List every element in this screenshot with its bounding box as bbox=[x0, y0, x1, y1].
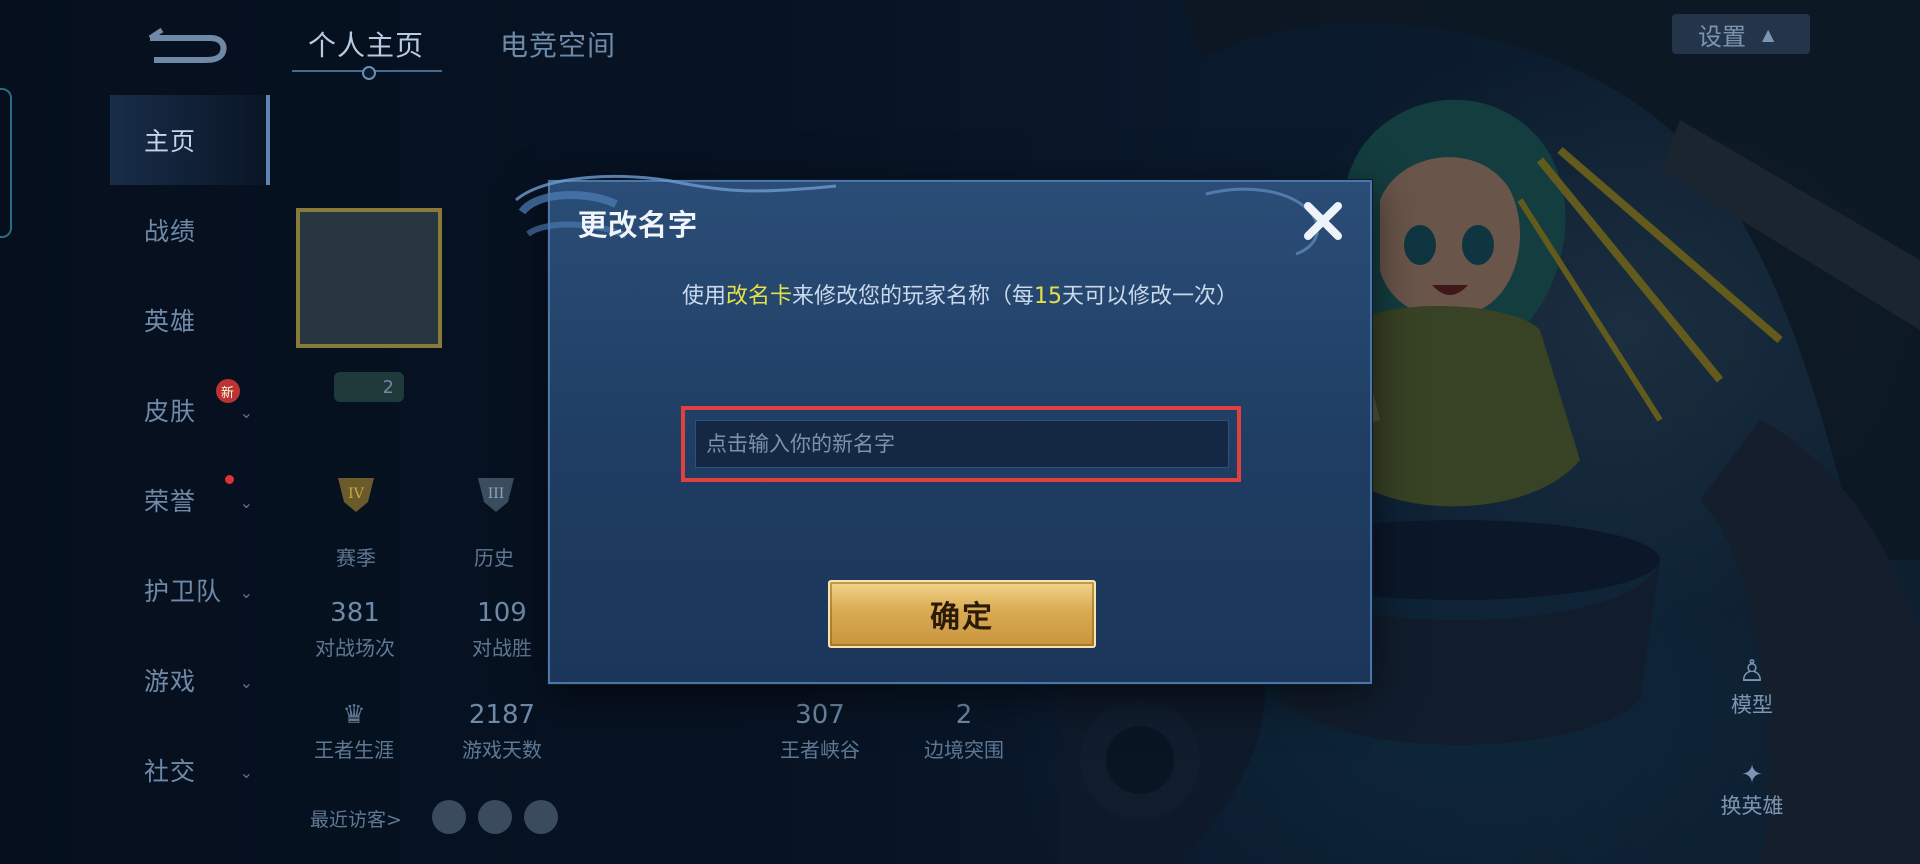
chevron-down-icon: ⌄ bbox=[239, 583, 254, 602]
sidebar-item-label: 游戏 bbox=[144, 667, 197, 696]
caret-up-icon: ▲ bbox=[1762, 24, 1775, 44]
dialog-title: 更改名字 bbox=[578, 208, 699, 242]
sidebar: 主页 战绩 英雄 皮肤 新 ⌄ 荣誉 ⌄ 护卫队 ⌄ 游戏 ⌄ 社交 ⌄ bbox=[110, 95, 270, 815]
stat-days: 2187 游戏天数 bbox=[462, 700, 542, 762]
input-focus-highlight bbox=[681, 406, 1241, 482]
stat-canyon: 307 王者峡谷 bbox=[780, 700, 860, 762]
rename-dialog: 更改名字 使用改名卡来修改您的玩家名称（每15天可以修改一次） 确定 bbox=[515, 174, 1372, 684]
sidebar-item-skins[interactable]: 皮肤 新 ⌄ bbox=[110, 365, 270, 455]
visitor-avatar[interactable] bbox=[478, 800, 512, 834]
rename-hint: 使用改名卡来修改您的玩家名称（每15天可以修改一次） bbox=[681, 284, 1239, 309]
days-highlight: 15 bbox=[1034, 284, 1063, 309]
sidebar-item-label: 社交 bbox=[144, 757, 197, 786]
tab-indicator bbox=[292, 66, 442, 80]
svg-text:III: III bbox=[488, 486, 505, 502]
notification-dot bbox=[225, 475, 234, 484]
season-rank-icon: IV bbox=[338, 478, 374, 512]
sidebar-item-label: 护卫队 bbox=[144, 577, 223, 606]
settings-label: 设置 bbox=[1698, 22, 1746, 51]
laurel-icon: ♛ bbox=[342, 700, 366, 730]
sidebar-item-record[interactable]: 战绩 bbox=[110, 185, 270, 275]
sidebar-item-social[interactable]: 社交 ⌄ bbox=[110, 725, 270, 815]
season-label: 赛季 bbox=[336, 546, 376, 570]
stat-border: 2 边境突围 bbox=[924, 700, 1004, 762]
sidebar-item-game[interactable]: 游戏 ⌄ bbox=[110, 635, 270, 725]
visitor-avatar[interactable] bbox=[432, 800, 466, 834]
close-icon[interactable] bbox=[1298, 196, 1348, 246]
stat-battles: 381 对战场次 bbox=[315, 598, 395, 660]
new-badge: 新 bbox=[216, 379, 240, 403]
recent-visitors-link[interactable]: 最近访客> bbox=[310, 805, 402, 832]
history-rank-icon: III bbox=[478, 478, 514, 512]
switch-hero-button[interactable]: ✦ 换英雄 bbox=[1708, 760, 1796, 820]
model-label: 模型 bbox=[1731, 693, 1773, 717]
switch-hero-label: 换英雄 bbox=[1720, 794, 1784, 818]
level-badge: 2 bbox=[334, 372, 404, 402]
sidebar-item-home[interactable]: 主页 bbox=[110, 95, 270, 185]
sidebar-item-honor[interactable]: 荣誉 ⌄ bbox=[110, 455, 270, 545]
new-name-input[interactable] bbox=[695, 420, 1229, 468]
tab-esports[interactable]: 电竞空间 bbox=[500, 24, 616, 64]
stat-wins: 109 对战胜 bbox=[472, 598, 532, 660]
visitor-avatar[interactable] bbox=[524, 800, 558, 834]
svg-text:IV: IV bbox=[348, 486, 365, 502]
rail-edge bbox=[0, 88, 12, 238]
chevron-down-icon: ⌄ bbox=[239, 403, 254, 422]
sidebar-item-heroes[interactable]: 英雄 bbox=[110, 275, 270, 365]
rename-card-highlight: 改名卡 bbox=[725, 284, 792, 309]
confirm-button[interactable]: 确定 bbox=[828, 580, 1096, 648]
sidebar-item-guard[interactable]: 护卫队 ⌄ bbox=[110, 545, 270, 635]
level-value: 2 bbox=[382, 376, 394, 398]
sidebar-item-label: 荣誉 bbox=[144, 487, 197, 516]
back-arrow-icon[interactable] bbox=[140, 26, 230, 66]
sidebar-item-label: 战绩 bbox=[144, 217, 197, 246]
chevron-down-icon: ⌄ bbox=[239, 673, 254, 692]
avatar[interactable] bbox=[296, 208, 442, 348]
chevron-down-icon: ⌄ bbox=[239, 763, 254, 782]
sidebar-item-label: 英雄 bbox=[144, 307, 197, 336]
chevron-down-icon: ⌄ bbox=[239, 493, 254, 512]
model-button[interactable]: ♙ 模型 bbox=[1708, 654, 1796, 719]
tab-profile[interactable]: 个人主页 bbox=[308, 24, 424, 64]
sidebar-item-label: 主页 bbox=[144, 127, 197, 156]
stat-career: ♛ 王者生涯 bbox=[304, 700, 404, 763]
settings-button[interactable]: 设置 ▲ bbox=[1672, 14, 1810, 54]
sidebar-item-label: 皮肤 bbox=[144, 397, 197, 426]
switch-hero-icon: ✦ bbox=[1741, 760, 1763, 790]
history-label: 历史 bbox=[474, 546, 514, 570]
model-icon: ♙ bbox=[1738, 654, 1766, 689]
